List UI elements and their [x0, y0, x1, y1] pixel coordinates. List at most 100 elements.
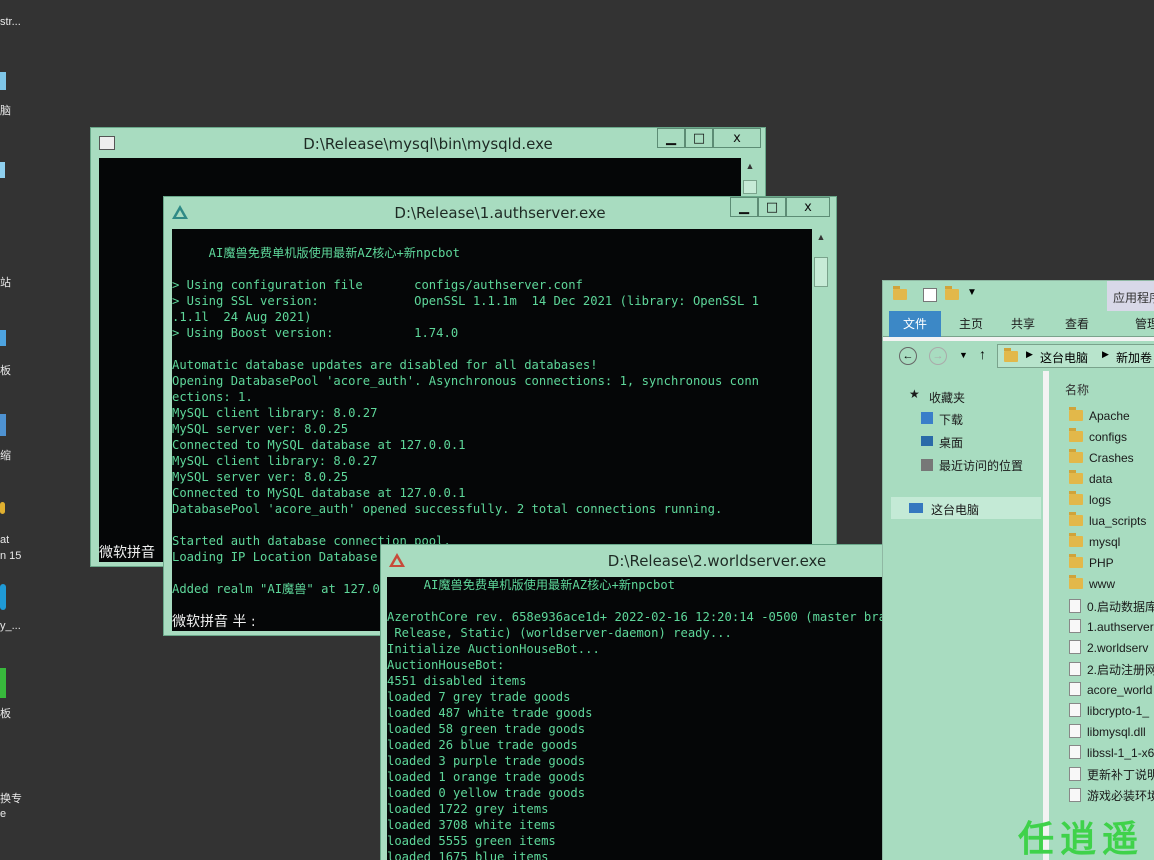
- list-item-label: mysql: [1089, 535, 1121, 549]
- scroll-thumb[interactable]: [814, 257, 828, 287]
- computer-icon: [909, 503, 923, 513]
- column-header-name[interactable]: 名称: [1065, 381, 1089, 398]
- back-icon[interactable]: ←: [899, 347, 917, 365]
- list-item-label: 更新补丁说明: [1087, 768, 1154, 782]
- breadcrumb-volume[interactable]: 新加卷: [1116, 349, 1152, 366]
- console-line: > Using SSL version: OpenSSL 1.1.1m 14 D…: [172, 294, 759, 308]
- nav-this-pc-row[interactable]: 这台电脑: [891, 497, 1041, 519]
- close-button[interactable]: x: [713, 128, 761, 148]
- recent-locations-icon[interactable]: ▼: [959, 350, 968, 360]
- breadcrumb-this-pc[interactable]: 这台电脑: [1040, 349, 1088, 366]
- list-item[interactable]: 1.authserver: [1069, 619, 1154, 634]
- network-icon[interactable]: [0, 162, 24, 178]
- list-item-label: data: [1089, 472, 1113, 486]
- ribbon-tabs: 文件 主页 共享 查看 管理: [883, 311, 1154, 337]
- list-item-label: 2.启动注册网: [1087, 663, 1154, 677]
- download-icon: [921, 412, 933, 424]
- list-item[interactable]: 2.启动注册网: [1069, 661, 1154, 678]
- desktop-label[interactable]: 缩: [0, 447, 11, 463]
- computer-icon[interactable]: [0, 72, 24, 90]
- list-item[interactable]: configs: [1069, 428, 1127, 444]
- list-item[interactable]: Apache: [1069, 407, 1130, 423]
- nav-this-pc[interactable]: 这台电脑: [931, 501, 979, 518]
- console-line: Connected to MySQL database at 127.0.0.1: [172, 486, 466, 500]
- console-line: MySQL client library: 8.0.27: [172, 406, 378, 420]
- list-item[interactable]: 游戏必装环境: [1069, 787, 1154, 804]
- desktop-label[interactable]: 板: [0, 362, 11, 378]
- explorer-titlebar[interactable]: ▼ 应用程序: [883, 281, 1154, 311]
- desktop-label[interactable]: 脑: [0, 102, 11, 118]
- app-icon[interactable]: [0, 502, 24, 514]
- app-icon[interactable]: [0, 584, 24, 610]
- address-bar[interactable]: ← → ▼ ↑ ▶ 这台电脑 ▶ 新加卷: [883, 341, 1154, 371]
- close-button[interactable]: x: [786, 197, 830, 217]
- console-line: DatabasePool 'acore_auth' opened success…: [172, 502, 723, 516]
- list-item[interactable]: mysql: [1069, 533, 1121, 549]
- list-item[interactable]: lua_scripts: [1069, 512, 1146, 528]
- desktop-label[interactable]: n 15: [0, 550, 21, 562]
- list-item[interactable]: libcrypto-1_: [1069, 703, 1149, 718]
- list-item[interactable]: 2.worldserv: [1069, 640, 1148, 655]
- desktop-label[interactable]: str...: [0, 16, 21, 28]
- tab-file[interactable]: 文件: [889, 311, 942, 337]
- list-item-label: libcrypto-1_: [1087, 704, 1150, 718]
- list-item[interactable]: Crashes: [1069, 449, 1134, 465]
- desktop-label[interactable]: y_...: [0, 620, 21, 632]
- nav-favorites[interactable]: 收藏夹: [929, 389, 965, 406]
- list-item-label: Crashes: [1089, 451, 1134, 465]
- scroll-up-icon[interactable]: ▲: [741, 158, 759, 174]
- context-tab[interactable]: 应用程序: [1107, 281, 1154, 311]
- list-item-label: 0.启动数据库: [1087, 600, 1154, 614]
- app-icon[interactable]: [0, 668, 24, 698]
- tab-home[interactable]: 主页: [959, 315, 983, 332]
- tab-manage[interactable]: 管理: [1135, 315, 1154, 332]
- console-line: MySQL client library: 8.0.27: [172, 454, 378, 468]
- console-line: .1.1l 24 Aug 2021): [172, 310, 312, 324]
- star-icon: ★: [909, 387, 920, 401]
- list-item[interactable]: acore_world: [1069, 682, 1152, 697]
- nav-recent[interactable]: 最近访问的位置: [939, 457, 1023, 474]
- list-item[interactable]: libmysql.dll: [1069, 724, 1146, 739]
- file-explorer-window[interactable]: ▼ 应用程序 文件 主页 共享 查看 管理 ← → ▼ ↑ ▶ 这台电脑 ▶ 新…: [882, 280, 1154, 860]
- maximize-button[interactable]: □: [758, 197, 786, 217]
- desktop-label[interactable]: 换专: [0, 790, 22, 806]
- minimize-button[interactable]: ▁: [657, 128, 685, 148]
- desktop-label[interactable]: 板: [0, 705, 11, 721]
- properties-icon[interactable]: [923, 288, 937, 302]
- maximize-button[interactable]: □: [685, 128, 713, 148]
- list-item-label: 游戏必装环境: [1087, 789, 1154, 803]
- file-list: 名称 Apache configs Crashes data logs lua_scrip…: [1049, 371, 1154, 860]
- list-item[interactable]: logs: [1069, 491, 1111, 507]
- desktop-label[interactable]: 站: [0, 274, 11, 290]
- new-folder-icon[interactable]: [945, 286, 959, 300]
- chevron-right-icon: ▶: [1026, 349, 1033, 359]
- chevron-down-icon[interactable]: ▼: [967, 287, 977, 298]
- archive-icon[interactable]: [0, 414, 24, 436]
- tab-share[interactable]: 共享: [1011, 315, 1035, 332]
- list-item[interactable]: data: [1069, 470, 1113, 486]
- list-item[interactable]: libssl-1_1-x6: [1069, 745, 1154, 760]
- list-item[interactable]: PHP: [1069, 554, 1114, 570]
- minimize-button[interactable]: ▁: [730, 197, 758, 217]
- scroll-thumb[interactable]: [743, 180, 757, 194]
- forward-icon[interactable]: →: [929, 347, 947, 365]
- folder-icon: [1069, 554, 1083, 568]
- desktop-label[interactable]: at: [0, 534, 9, 546]
- folder-icon: [1069, 512, 1083, 526]
- file-icon: [1069, 599, 1081, 613]
- list-item[interactable]: 0.启动数据库: [1069, 598, 1154, 615]
- up-icon[interactable]: ↑: [979, 346, 986, 362]
- list-item[interactable]: 更新补丁说明: [1069, 766, 1154, 783]
- scroll-up-icon[interactable]: ▲: [812, 229, 830, 245]
- breadcrumb[interactable]: ▶ 这台电脑 ▶ 新加卷: [997, 344, 1154, 368]
- ime-indicator: 微软拼音 半 :: [172, 614, 256, 630]
- folder-icon: [1069, 533, 1083, 547]
- control-panel-icon[interactable]: [0, 330, 24, 346]
- desktop-label[interactable]: e: [0, 808, 6, 820]
- list-item[interactable]: www: [1069, 575, 1115, 591]
- tab-view[interactable]: 查看: [1065, 315, 1089, 332]
- nav-desktop[interactable]: 桌面: [939, 434, 963, 451]
- desktop-icon: [921, 436, 933, 446]
- nav-downloads[interactable]: 下载: [939, 411, 963, 428]
